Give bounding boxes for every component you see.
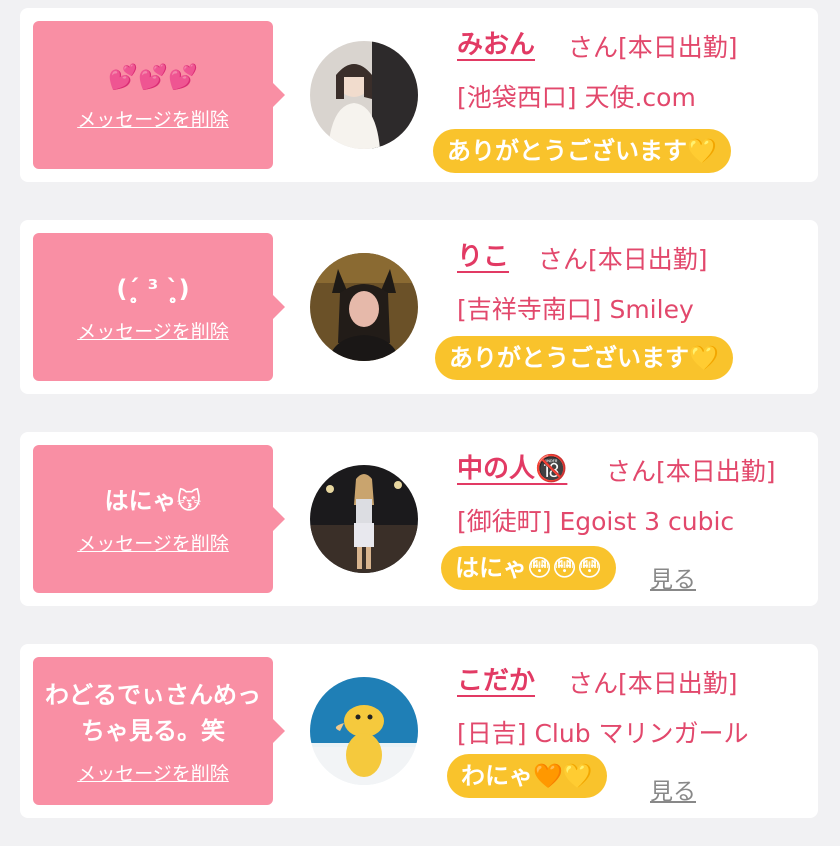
message-bubble: わどるでぃさんめっちゃ見る。笑 メッセージを削除 <box>33 657 285 805</box>
cast-name-link[interactable]: 中の人🔞 <box>457 448 567 485</box>
cast-name-link[interactable]: みおん <box>457 24 535 61</box>
reply-badge: はにゃ😳😳😳 <box>441 546 617 590</box>
avatar[interactable] <box>310 253 418 361</box>
message-card: (ˊ̥̥̥̥̥ ³ ˋ̥̥̥̥̥) メッセージを削除 りこ さん[本日出勤] [… <box>20 220 818 394</box>
reply-badge: ありがとうございます💛 <box>435 336 733 380</box>
shop-name: [吉祥寺南口] Smiley <box>457 295 694 324</box>
message-text: はにゃ😽 <box>104 486 202 515</box>
avatar[interactable] <box>310 41 418 149</box>
cast-status: さん[本日出勤] <box>606 457 776 486</box>
message-card: わどるでぃさんめっちゃ見る。笑 メッセージを削除 こだか さん[本日出勤] [日… <box>20 644 818 818</box>
message-bubble: 💕💕💕 メッセージを削除 <box>33 21 285 169</box>
avatar[interactable] <box>310 677 418 785</box>
message-card: はにゃ😽 メッセージを削除 中の人🔞 さん[本日出勤] [御徒町] Egoist… <box>20 432 818 606</box>
message-bubble: はにゃ😽 メッセージを削除 <box>33 445 285 593</box>
cast-name-link[interactable]: りこ <box>457 236 509 273</box>
message-text: 💕💕💕 <box>108 62 198 91</box>
delete-message-link[interactable]: メッセージを削除 <box>77 105 229 132</box>
reply-badge: わにゃ🧡💛 <box>447 754 607 798</box>
message-text: わどるでぃさんめっちゃ見る。笑 <box>45 680 261 745</box>
message-bubble: (ˊ̥̥̥̥̥ ³ ˋ̥̥̥̥̥) メッセージを削除 <box>33 233 285 381</box>
view-link[interactable]: 見る <box>650 560 696 594</box>
avatar[interactable] <box>310 465 418 573</box>
cast-status: さん[本日出勤] <box>568 33 738 62</box>
view-link[interactable]: 見る <box>650 772 696 806</box>
cast-status: さん[本日出勤] <box>568 669 738 698</box>
delete-message-link[interactable]: メッセージを削除 <box>77 529 229 556</box>
shop-name: [日吉] Club マリンガール <box>457 719 749 748</box>
cast-status: さん[本日出勤] <box>538 245 708 274</box>
shop-name: [御徒町] Egoist 3 cubic <box>457 507 735 536</box>
delete-message-link[interactable]: メッセージを削除 <box>77 317 229 344</box>
message-card: 💕💕💕 メッセージを削除 みおん さん[本日出勤] [池袋西口] 天使.com … <box>20 8 818 182</box>
cast-name-link[interactable]: こだか <box>457 660 535 697</box>
message-text: (ˊ̥̥̥̥̥ ³ ˋ̥̥̥̥̥) <box>116 274 190 303</box>
shop-name: [池袋西口] 天使.com <box>457 83 696 112</box>
delete-message-link[interactable]: メッセージを削除 <box>77 759 229 786</box>
reply-badge: ありがとうございます💛 <box>433 129 731 173</box>
